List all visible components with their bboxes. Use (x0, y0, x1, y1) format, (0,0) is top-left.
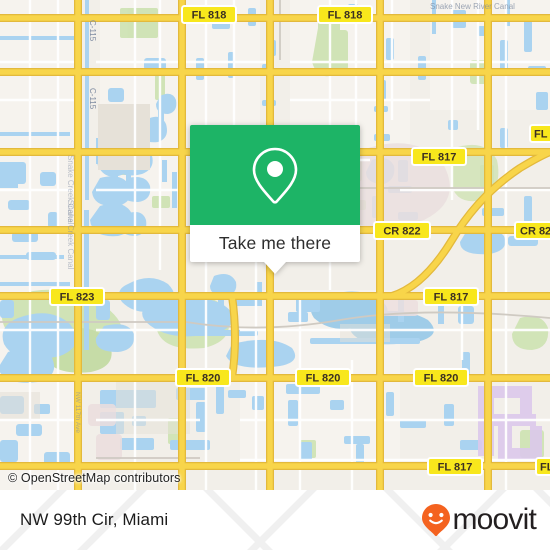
moovit-wordmark: moovit (452, 503, 536, 536)
footer-bar: NW 99th Cir, Miami moovit (0, 490, 550, 550)
road-shield: FL 818 (181, 5, 237, 24)
svg-text:CR 82: CR 82 (520, 226, 550, 238)
svg-text:FL 820: FL 820 (306, 373, 341, 385)
svg-text:FL 823: FL 823 (60, 292, 95, 304)
road-shield: CR 822 (373, 221, 431, 240)
road-shield: FL 820 (175, 368, 231, 387)
road-shield: FL 823 (49, 287, 105, 306)
osm-attribution: © OpenStreetMap contributors (8, 471, 181, 485)
svg-text:FL 818: FL 818 (192, 10, 227, 22)
street-label: NW 117th Ave (74, 392, 81, 433)
poi-card-pointer (264, 262, 286, 274)
moovit-logo[interactable]: moovit (421, 503, 537, 537)
svg-text:FL 820: FL 820 (424, 373, 459, 385)
road-shield: CR 82 (514, 221, 550, 240)
canal-label: C-115 (88, 20, 97, 42)
take-me-there-button[interactable]: Take me there (190, 225, 360, 262)
svg-text:FL 817: FL 817 (438, 462, 473, 474)
svg-text:FL: FL (540, 462, 550, 474)
canal-label: C-115 (88, 88, 97, 110)
road-shield: FL 817 (411, 147, 467, 166)
page-title: NW 99th Cir, Miami (20, 510, 169, 529)
svg-text:FL 818: FL 818 (328, 10, 363, 22)
road-shield: FL (535, 457, 550, 476)
svg-text:FL: FL (534, 129, 548, 141)
svg-text:FL 820: FL 820 (186, 373, 221, 385)
poi-callout-card[interactable]: Take me there (190, 125, 360, 274)
road-shield: FL 818 (317, 5, 373, 24)
road-shield: FL 820 (295, 368, 351, 387)
moovit-location-screenshot: C-115 C-115 Snake New River Canal Snake … (0, 0, 550, 550)
poi-card-header (190, 125, 360, 225)
map-pin-icon (252, 147, 298, 204)
canal-label: Snake New River Canal (430, 2, 515, 11)
moovit-pin-icon (422, 504, 451, 537)
take-me-there-label: Take me there (218, 233, 332, 253)
road-shield: FL (529, 124, 550, 143)
map-viewport[interactable]: C-115 C-115 Snake New River Canal Snake … (0, 0, 550, 490)
road-shield: FL 817 (427, 457, 483, 476)
svg-text:CR 822: CR 822 (383, 226, 420, 238)
svg-text:FL 817: FL 817 (434, 292, 469, 304)
svg-text:FL 817: FL 817 (422, 152, 457, 164)
road-shield: FL 817 (423, 287, 479, 306)
canal-label: Snake Creek Canal (66, 200, 75, 270)
road-shield: FL 820 (413, 368, 469, 387)
